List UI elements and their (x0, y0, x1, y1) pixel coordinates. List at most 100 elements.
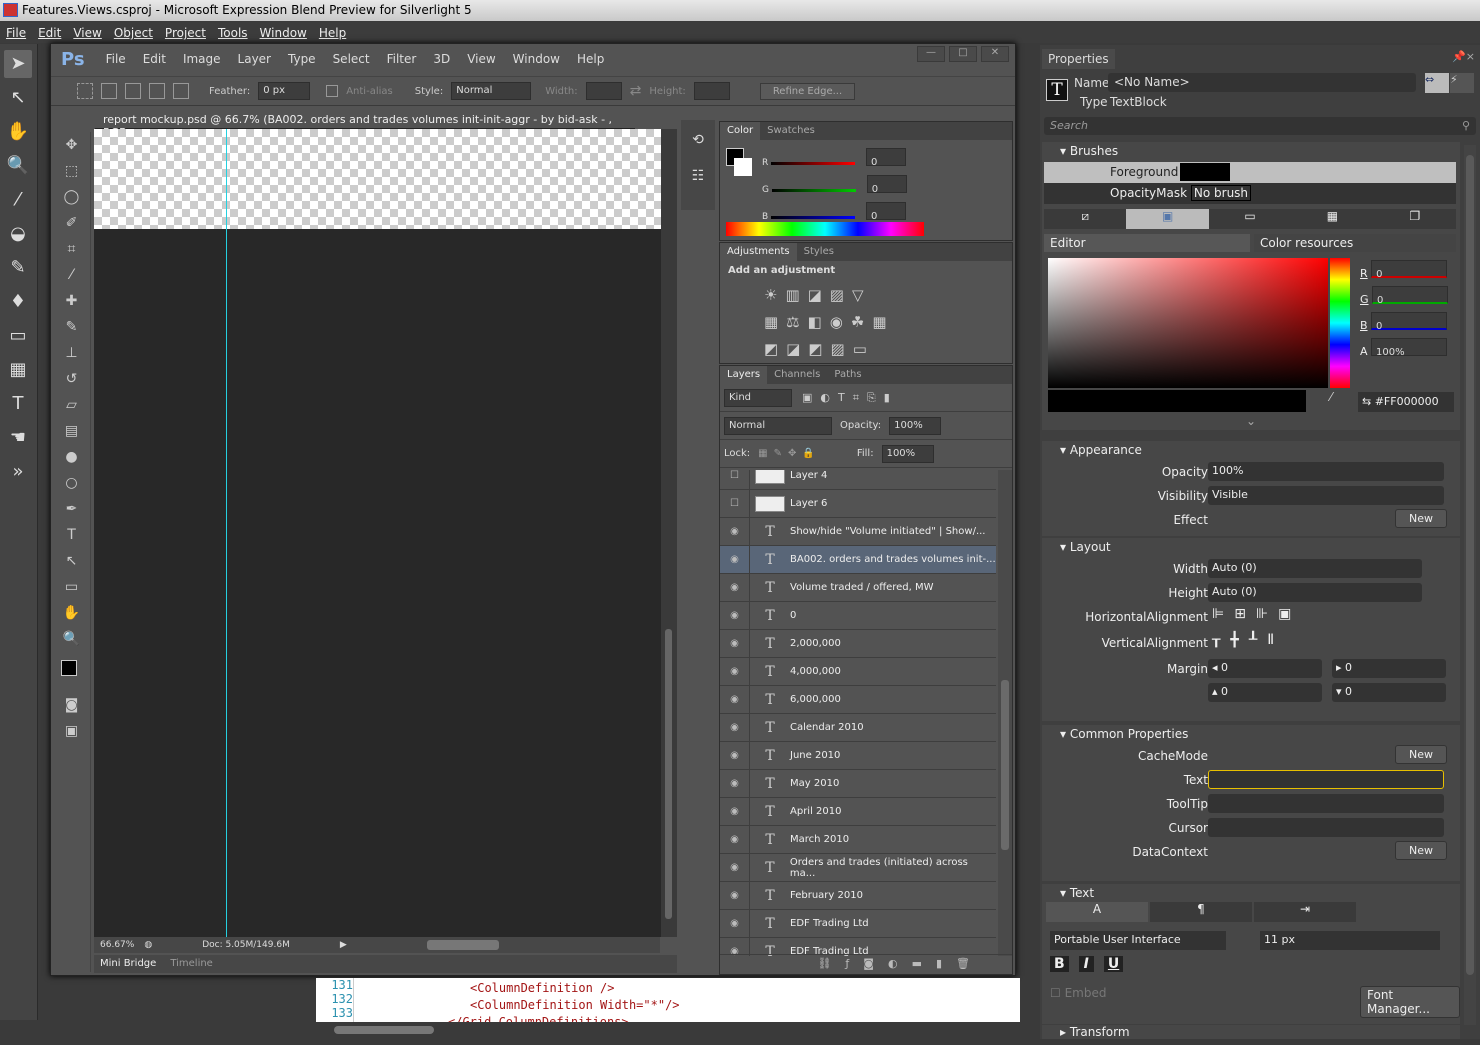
tooltip-input[interactable] (1208, 794, 1444, 813)
healing-tool-icon[interactable]: ✚ (53, 288, 90, 314)
visibility-eye-icon[interactable]: ◉ (720, 882, 750, 909)
zoom-tool-icon[interactable]: 🔍 (53, 626, 90, 652)
code-editor[interactable]: 131 132 133 <ColumnDefinition /> <ColumnDe… (316, 978, 1020, 1029)
ps-menu-view[interactable]: View (467, 52, 495, 66)
foreground-row[interactable]: Foreground (1044, 162, 1456, 183)
cachemode-new-button[interactable]: New (1395, 745, 1447, 764)
visibility-eye-icon[interactable]: ◉ (720, 518, 750, 545)
layer-row[interactable]: ◉ T February 2010 (720, 882, 996, 910)
add-selection-icon[interactable] (125, 83, 141, 99)
properties-panel-icon[interactable]: ☷ (681, 160, 715, 192)
layer-row[interactable]: ◉ T March 2010 (720, 826, 996, 854)
document-tab[interactable]: report mockup.psd @ 66.7% (BA002. orders… (95, 110, 635, 139)
font-tab-icon[interactable]: A (1046, 902, 1148, 922)
text-input[interactable] (1208, 770, 1444, 789)
r-input[interactable]: 0 (1371, 260, 1448, 280)
guide-line[interactable] (226, 129, 227, 937)
visibility-eye-icon[interactable]: ◉ (720, 630, 750, 657)
ps-menu-select[interactable]: Select (333, 52, 370, 66)
layer-row[interactable]: ◉ T 2,000,000 (720, 630, 996, 658)
layer-row[interactable]: ◉ T BA002. orders and trades volumes init-… (720, 546, 996, 574)
screen-mode-icon[interactable]: ▣ (53, 718, 90, 744)
hex-input[interactable]: ⇆ #FF000000 (1358, 392, 1454, 412)
brush-resources-icon[interactable]: ❐ (1374, 209, 1456, 229)
r-input[interactable]: 0 (866, 148, 907, 168)
crop-tool-icon[interactable]: ⌗ (53, 236, 90, 262)
code-scrollbar[interactable] (316, 1022, 1020, 1039)
datacontext-new-button[interactable]: New (1395, 841, 1447, 860)
layer-row[interactable]: ◉ T April 2010 (720, 798, 996, 826)
tab-mini-bridge[interactable]: Mini Bridge (100, 958, 156, 970)
g-input[interactable]: 0 (866, 175, 907, 195)
assets-icon[interactable]: » (4, 458, 32, 486)
tab-paths[interactable]: Paths (827, 366, 868, 384)
search-input[interactable]: Search ⚲ (1044, 117, 1476, 135)
blur-tool-icon[interactable]: ● (53, 444, 90, 470)
layer-row[interactable]: ◉ T 4,000,000 (720, 658, 996, 686)
visibility-eye-icon[interactable]: ◉ (720, 714, 750, 741)
valign-buttons[interactable]: ┰╋┸Ⅱ (1212, 632, 1284, 648)
solid-brush-icon[interactable]: ▣ (1126, 209, 1209, 229)
new-selection-icon[interactable] (101, 83, 117, 99)
color-ramp[interactable] (726, 222, 924, 236)
pen-tool-icon[interactable]: ✒ (53, 496, 90, 522)
visibility-eye-icon[interactable]: ◉ (720, 770, 750, 797)
appearance-header[interactable]: ▾ Appearance (1042, 441, 1460, 461)
horizontal-scrollbar[interactable] (426, 940, 499, 950)
ps-menu-type[interactable]: Type (288, 52, 316, 66)
menu-object[interactable]: Object (114, 26, 153, 40)
tab-adjustments[interactable]: Adjustments (720, 243, 797, 261)
hand-tool-icon[interactable]: ✋ (53, 600, 90, 626)
indent-tab-icon[interactable]: ⇥ (1254, 902, 1356, 922)
blend-mode-select[interactable]: Normal (724, 416, 832, 435)
tab-channels[interactable]: Channels (767, 366, 827, 384)
type-tool-icon[interactable]: T (53, 522, 90, 548)
dodge-tool-icon[interactable]: ○ (53, 470, 90, 496)
a-input[interactable]: 100% (1371, 338, 1448, 358)
style-select[interactable]: Normal (451, 82, 532, 100)
controls-tool-icon[interactable]: ☚ (4, 424, 32, 452)
height-input[interactable] (693, 82, 730, 100)
visibility-eye-icon[interactable]: ◉ (720, 798, 750, 825)
gradient-tool-icon[interactable]: ▤ (53, 418, 90, 444)
menu-help[interactable]: Help (319, 26, 346, 40)
visibility-eye-icon[interactable]: ◉ (720, 574, 750, 601)
margin-bottom-input[interactable]: ▾ 0 (1332, 683, 1446, 702)
layer-filter-kind[interactable]: Kind (724, 388, 792, 407)
intersect-selection-icon[interactable] (173, 83, 189, 99)
brush-tool-icon[interactable]: ♦ (4, 288, 32, 316)
visibility-eye-icon[interactable]: ◉ (720, 686, 750, 713)
brush-tool-icon[interactable]: ✎ (53, 314, 90, 340)
transform-header[interactable]: ▸ Transform (1042, 1025, 1460, 1045)
visibility-eye-icon[interactable]: ◉ (720, 742, 750, 769)
swap-icon[interactable]: ⇄ (630, 83, 642, 99)
ps-menu-filter[interactable]: Filter (387, 52, 417, 66)
paint-bucket-tool-icon[interactable]: ◒ (4, 220, 32, 248)
status-icon[interactable]: ◍ (144, 940, 152, 950)
gradient-brush-icon[interactable]: ▭ (1209, 209, 1291, 229)
shape-tool-icon[interactable]: ▭ (53, 574, 90, 600)
visibility-eye-icon[interactable]: ☐ (720, 470, 750, 489)
color-swatches-icon[interactable] (53, 652, 90, 692)
tile-brush-icon[interactable]: ▦ (1291, 209, 1373, 229)
visibility-select[interactable]: Visible (1208, 486, 1444, 505)
visibility-eye-icon[interactable]: ◉ (720, 658, 750, 685)
rectangle-tool-icon[interactable]: ▭ (4, 322, 32, 350)
opacitymask-row[interactable]: OpacityMask No brush (1044, 183, 1456, 204)
visibility-eye-icon[interactable]: ◉ (720, 826, 750, 853)
ps-menu-help[interactable]: Help (577, 52, 604, 66)
layer-row[interactable]: ◉ T 6,000,000 (720, 686, 996, 714)
b-input[interactable]: 0 (1371, 312, 1448, 332)
layout-header[interactable]: ▾ Layout (1042, 538, 1460, 558)
direct-selection-tool-icon[interactable]: ↖ (4, 84, 32, 112)
history-brush-icon[interactable]: ↺ (53, 366, 90, 392)
visibility-eye-icon[interactable]: ◉ (720, 546, 750, 573)
lock-icons[interactable]: ▦✎✥🔒 (758, 448, 821, 459)
ps-menu-image[interactable]: Image (183, 52, 221, 66)
b-slider[interactable] (771, 216, 856, 219)
g-slider[interactable] (771, 189, 856, 192)
tab-timeline[interactable]: Timeline (170, 958, 213, 970)
antialias-checkbox[interactable] (326, 85, 339, 97)
font-size-select[interactable]: 11 px (1260, 931, 1440, 950)
visibility-eye-icon[interactable]: ◉ (720, 910, 750, 937)
